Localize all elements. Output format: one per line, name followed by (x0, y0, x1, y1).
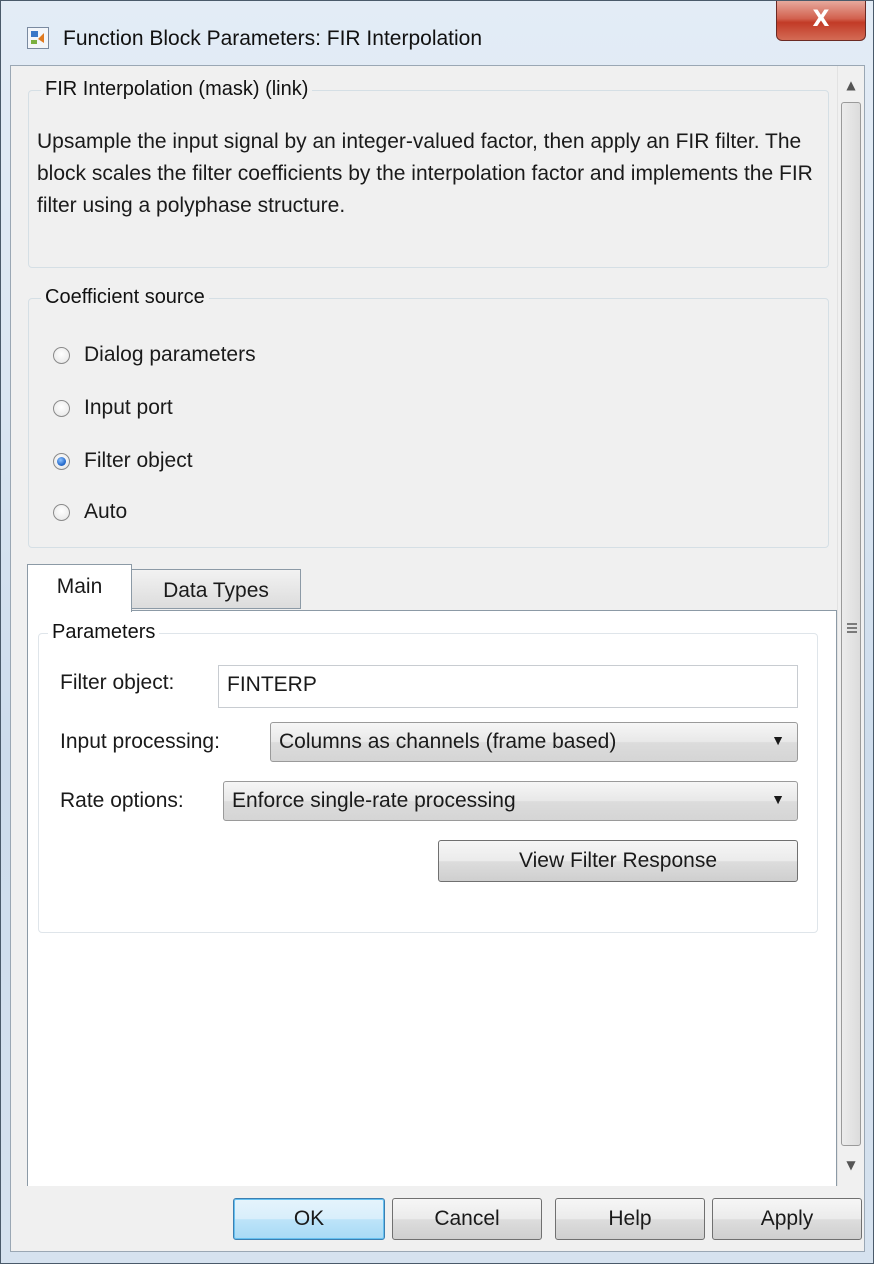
tab-data-types[interactable]: Data Types (132, 569, 301, 609)
radio-button[interactable] (53, 399, 70, 417)
apply-button[interactable]: Apply (712, 1198, 862, 1240)
scroll-grip-icon (847, 623, 857, 633)
radio-auto[interactable]: Auto (53, 497, 127, 527)
parameters-legend: Parameters (48, 621, 160, 644)
radio-filter-object[interactable]: Filter object (53, 446, 193, 476)
description-legend: FIR Interpolation (mask) (link) (41, 78, 313, 101)
dialog-client-area: FIR Interpolation (mask) (link) Upsample… (10, 65, 865, 1252)
input-processing-value: Columns as channels (frame based) (279, 730, 617, 753)
button-bar: OK Cancel Help Apply (11, 1186, 864, 1251)
scroll-thumb[interactable] (841, 102, 861, 1146)
radio-label: Input port (84, 396, 173, 419)
chevron-down-icon: ▼ (771, 791, 785, 807)
radio-input-port[interactable]: Input port (53, 393, 173, 423)
coefficient-source-group (28, 298, 829, 548)
radio-label: Auto (84, 500, 128, 523)
chevron-down-icon: ▼ (771, 732, 785, 748)
radio-button[interactable] (53, 346, 70, 364)
radio-button[interactable] (53, 503, 70, 521)
radio-dialog-parameters[interactable]: Dialog parameters (53, 340, 256, 370)
rate-options-label: Rate options: (60, 789, 184, 812)
close-icon: X (812, 7, 830, 32)
simulink-block-icon (27, 27, 49, 49)
radio-label: Filter object (84, 449, 193, 472)
rate-options-value: Enforce single-rate processing (232, 789, 516, 812)
tab-panel-main: Parameters Filter object: FINTERP Input … (27, 610, 837, 1186)
view-filter-response-button[interactable]: View Filter Response (438, 840, 798, 882)
tab-main[interactable]: Main (27, 564, 132, 612)
input-processing-dropdown[interactable]: Columns as channels (frame based) ▼ (270, 722, 798, 762)
input-processing-label: Input processing: (60, 730, 220, 753)
filter-object-field[interactable]: FINTERP (218, 665, 798, 708)
help-button[interactable]: Help (555, 1198, 705, 1240)
scroll-content: FIR Interpolation (mask) (link) Upsample… (11, 66, 837, 1186)
close-button[interactable]: X (776, 1, 866, 41)
radio-label: Dialog parameters (84, 343, 256, 366)
coefficient-source-legend: Coefficient source (41, 286, 209, 309)
scroll-up-arrow-icon[interactable]: ▲ (838, 68, 864, 102)
vertical-scrollbar[interactable]: ▲ ▼ (837, 66, 864, 1186)
cancel-button[interactable]: Cancel (392, 1198, 542, 1240)
scroll-down-arrow-icon[interactable]: ▼ (838, 1148, 864, 1182)
ok-button[interactable]: OK (233, 1198, 385, 1240)
window-title: Function Block Parameters: FIR Interpola… (63, 27, 483, 50)
block-description: Upsample the input signal by an integer-… (37, 130, 813, 217)
radio-button-selected[interactable] (53, 452, 70, 470)
filter-object-label: Filter object: (60, 671, 175, 694)
rate-options-dropdown[interactable]: Enforce single-rate processing ▼ (223, 781, 798, 821)
dialog-window: Function Block Parameters: FIR Interpola… (0, 0, 874, 1264)
